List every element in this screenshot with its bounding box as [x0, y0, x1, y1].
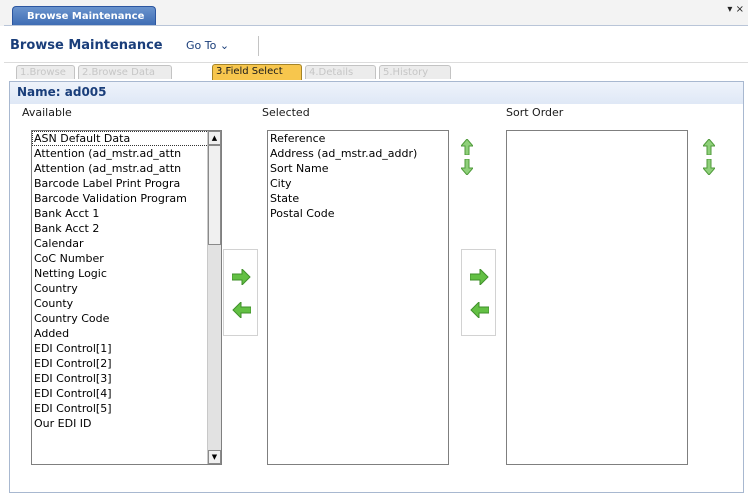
list-item[interactable]: CoC Number — [32, 251, 221, 266]
list-item[interactable]: County — [32, 296, 221, 311]
step-tab-details[interactable]: 4.Details — [305, 65, 376, 79]
remove-sort-arrow-icon[interactable] — [470, 302, 489, 318]
add-sort-arrow-icon[interactable] — [470, 269, 489, 285]
list-item[interactable]: Postal Code — [268, 206, 448, 221]
list-item[interactable]: Attention (ad_mstr.ad_attn — [32, 161, 221, 176]
sort-move-up-icon[interactable] — [703, 139, 715, 155]
panel-header: Name: ad005 — [10, 82, 743, 104]
list-item[interactable]: EDI Control[4] — [32, 386, 221, 401]
step-tab-field-select[interactable]: 3.Field Select — [212, 64, 302, 80]
list-item[interactable]: City — [268, 176, 448, 191]
list-item[interactable]: Sort Name — [268, 161, 448, 176]
selected-label: Selected — [262, 106, 310, 119]
list-item[interactable]: EDI Control[5] — [32, 401, 221, 416]
page-header: Browse Maintenance Go To ⌄ — [4, 30, 748, 63]
list-item[interactable]: Bank Acct 1 — [32, 206, 221, 221]
list-item[interactable]: Our EDI ID — [32, 416, 221, 431]
list-item[interactable]: EDI Control[3] — [32, 371, 221, 386]
tab-browse-maintenance[interactable]: Browse Maintenance — [12, 6, 156, 26]
selected-list: Reference Address (ad_mstr.ad_addr) Sort N… — [268, 131, 448, 221]
list-item[interactable]: Barcode Validation Program — [32, 191, 221, 206]
tab-underline — [4, 25, 748, 26]
window-controls[interactable]: ▾ × — [727, 4, 744, 15]
remove-arrow-icon[interactable] — [232, 302, 251, 318]
list-item[interactable]: Bank Acct 2 — [32, 221, 221, 236]
goto-menu[interactable]: Go To ⌄ — [186, 39, 229, 52]
list-item[interactable]: Address (ad_mstr.ad_addr) — [268, 146, 448, 161]
selected-listbox[interactable]: Reference Address (ad_mstr.ad_addr) Sort N… — [267, 130, 449, 465]
step-tab-browse[interactable]: 1.Browse — [16, 65, 75, 79]
list-item[interactable]: ASN Default Data — [32, 131, 221, 146]
available-list: ASN Default Data Attention (ad_mstr.ad_at… — [32, 131, 221, 431]
browse-name-label: Name: ad005 — [17, 85, 107, 99]
list-item[interactable]: State — [268, 191, 448, 206]
sort-move-down-icon[interactable] — [703, 159, 715, 175]
sort-order-listbox[interactable] — [506, 130, 688, 465]
scroll-thumb[interactable] — [208, 145, 221, 245]
list-item[interactable]: EDI Control[1] — [32, 341, 221, 356]
move-up-icon[interactable] — [461, 139, 473, 155]
list-item[interactable]: Country — [32, 281, 221, 296]
field-select-panel: Name: ad005 Available Selected Sort Orde… — [9, 81, 744, 493]
list-item[interactable]: Added — [32, 326, 221, 341]
header-divider — [258, 36, 259, 56]
list-item[interactable]: Netting Logic — [32, 266, 221, 281]
transfer-buttons-right — [461, 249, 496, 336]
step-tab-history[interactable]: 5.History — [379, 65, 451, 79]
scroll-down-button[interactable]: ▼ — [208, 450, 221, 464]
list-item[interactable]: Calendar — [32, 236, 221, 251]
transfer-buttons-left — [223, 249, 258, 336]
step-tab-browse-data[interactable]: 2.Browse Data — [78, 65, 172, 79]
list-item[interactable]: Attention (ad_mstr.ad_attn — [32, 146, 221, 161]
list-item[interactable]: Country Code — [32, 311, 221, 326]
list-item[interactable]: EDI Control[2] — [32, 356, 221, 371]
scroll-up-button[interactable]: ▲ — [208, 131, 221, 145]
available-label: Available — [22, 106, 72, 119]
available-listbox[interactable]: ASN Default Data Attention (ad_mstr.ad_at… — [31, 130, 222, 465]
move-down-icon[interactable] — [461, 159, 473, 175]
list-item[interactable]: Reference — [268, 131, 448, 146]
sort-order-label: Sort Order — [506, 106, 564, 119]
list-item[interactable]: Barcode Label Print Progra — [32, 176, 221, 191]
available-scrollbar[interactable]: ▲ ▼ — [207, 131, 221, 464]
add-arrow-icon[interactable] — [232, 269, 251, 285]
page-title: Browse Maintenance — [10, 38, 163, 53]
